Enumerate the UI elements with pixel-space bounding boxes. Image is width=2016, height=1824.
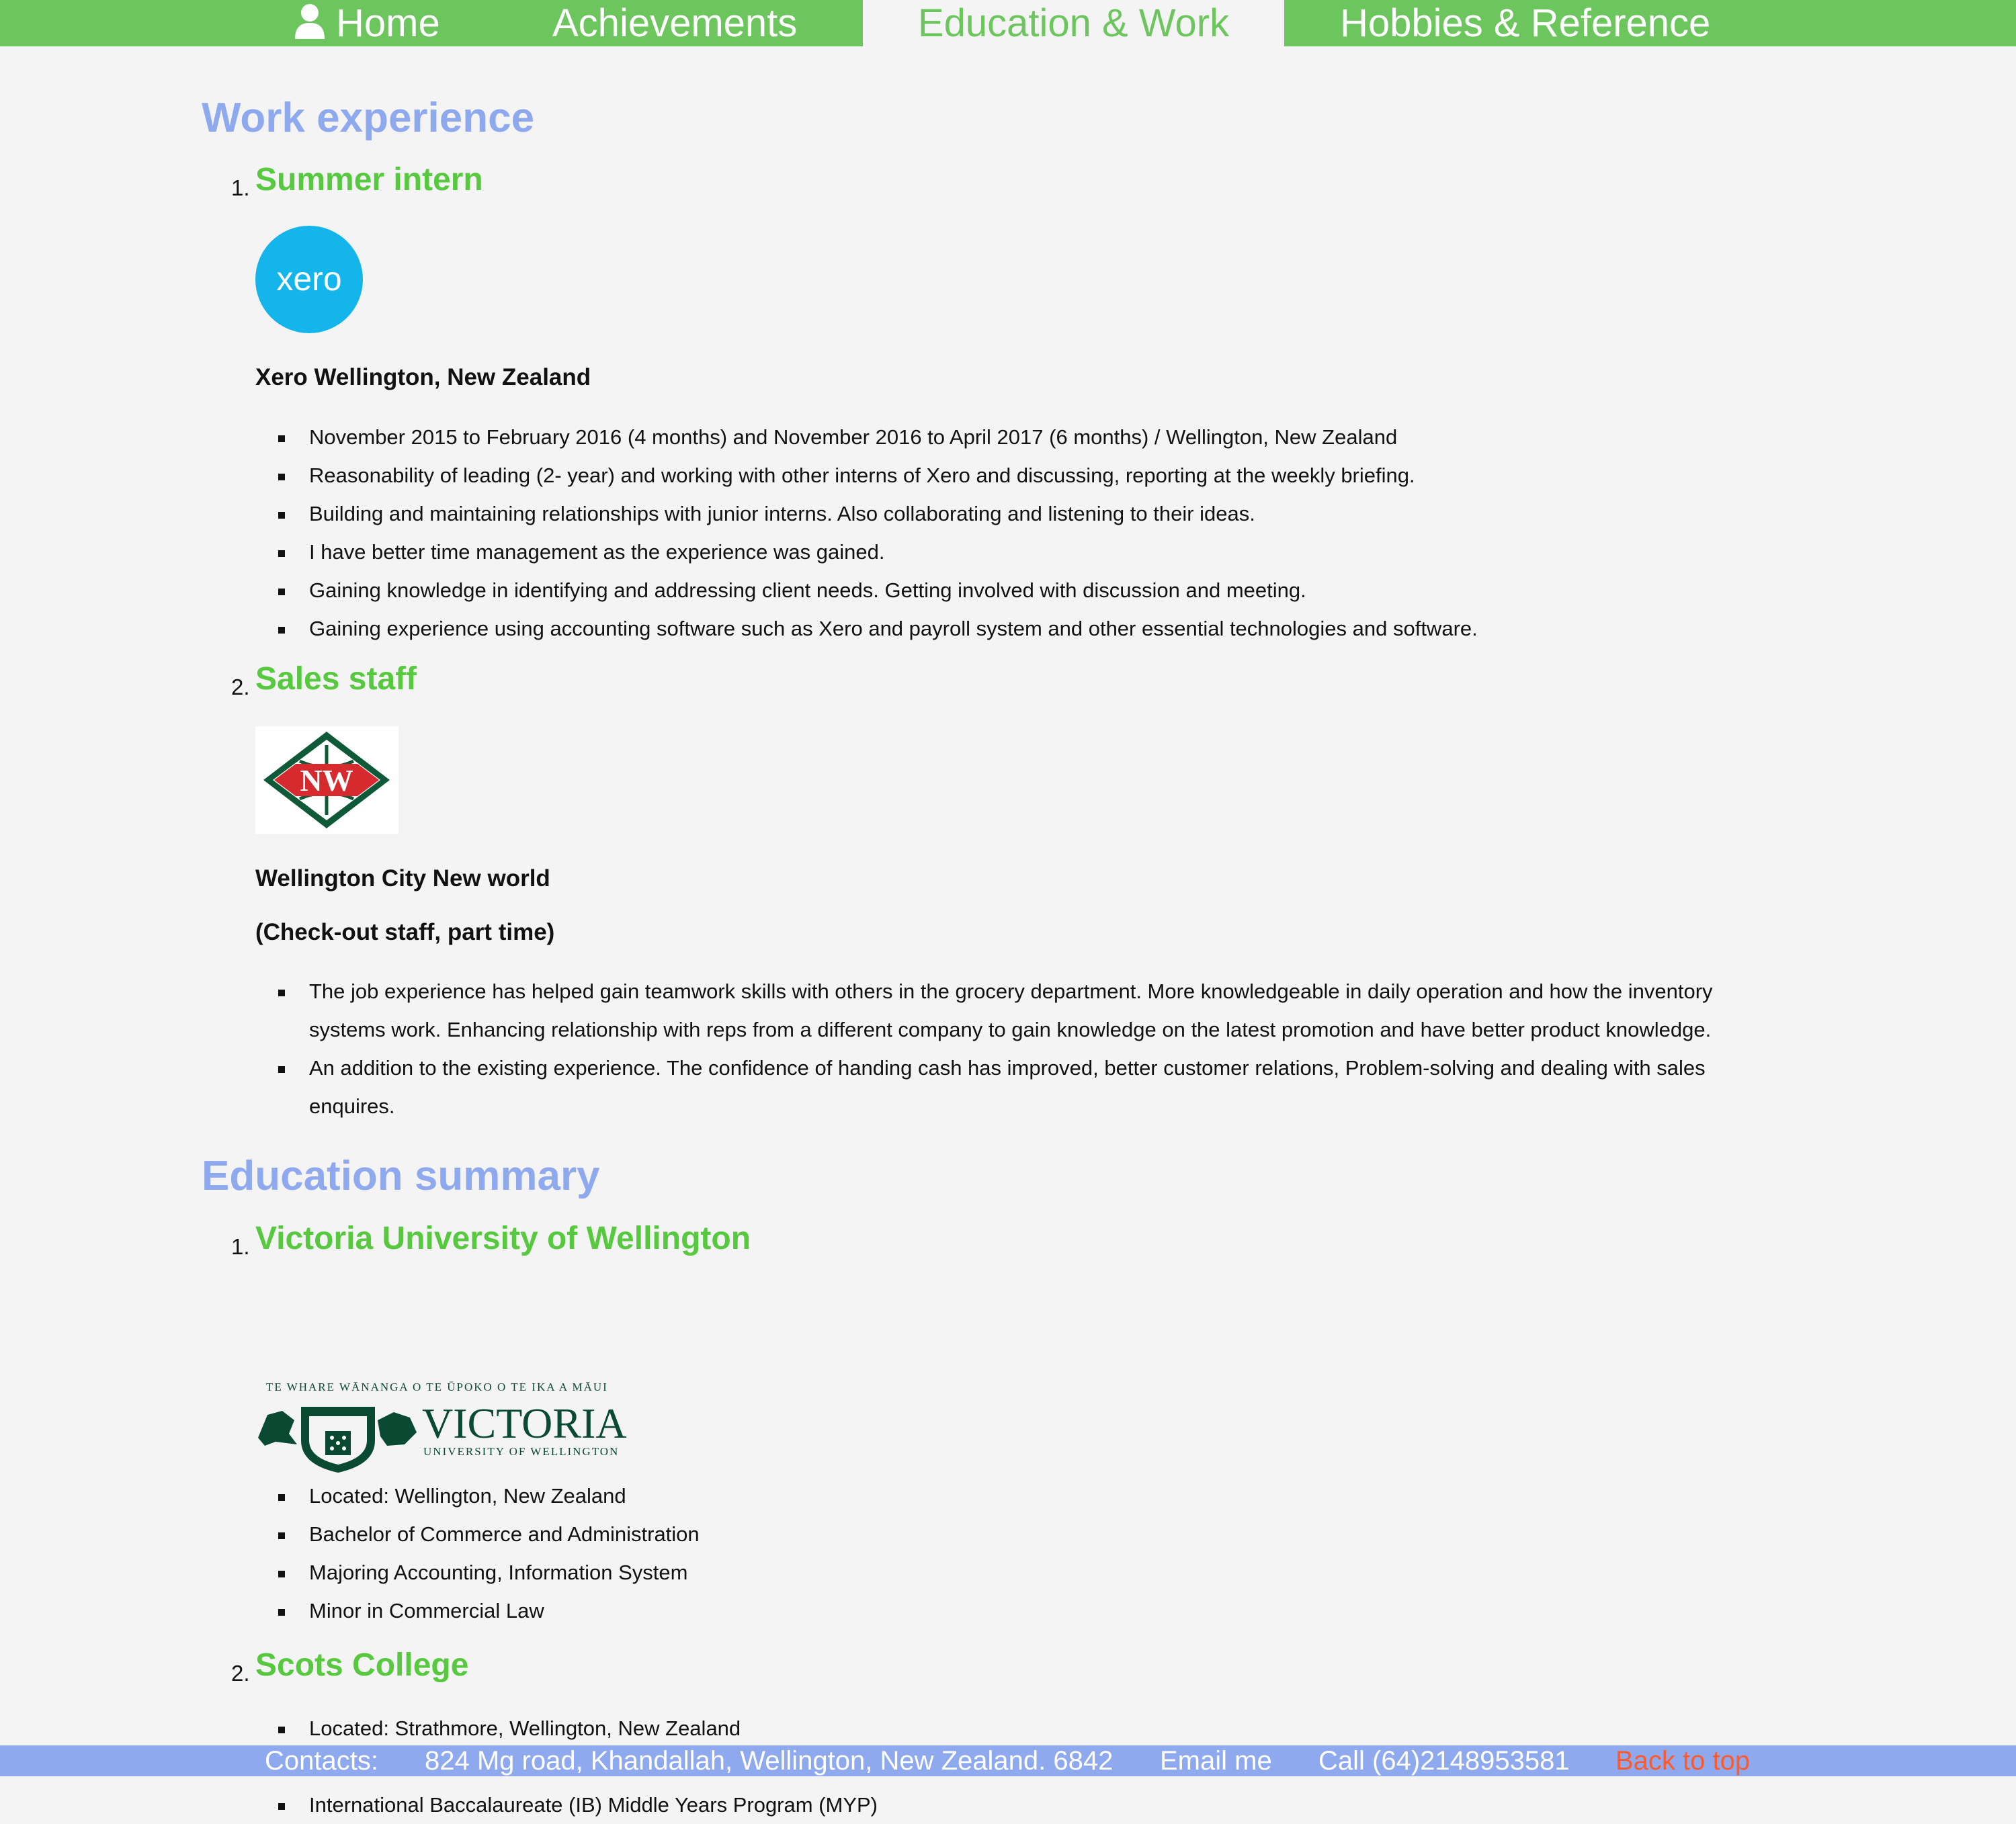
list-item: Located: Strathmore, Wellington, New Zea… [255, 1709, 1788, 1747]
list-number: 1. [231, 175, 250, 200]
xero-logo-text: xero [276, 260, 341, 298]
new-world-logo-text: NW [300, 763, 353, 797]
list-item: Bachelor of Commerce and Administration [255, 1515, 1788, 1553]
list-item: I have better time management as the exp… [255, 533, 1788, 571]
nav-achievements-link[interactable]: Achievements [552, 0, 797, 46]
vuw-logo-motto: TE WHARE WĀNANGA O TE ŪPOKO O TE IKA A M… [266, 1381, 608, 1393]
new-world-logo: NW [255, 726, 398, 834]
list-item: Located: Wellington, New Zealand [255, 1477, 1788, 1515]
list-item: November 2015 to February 2016 (4 months… [255, 418, 1788, 456]
school-title-victoria: Victoria University of Wellington [255, 1221, 751, 1256]
footer-contacts-label: Contacts: [265, 1746, 378, 1776]
victoria-bullet-list: Located: Wellington, New Zealand Bachelo… [255, 1477, 1788, 1630]
company-new-world: Wellington City New world [255, 865, 550, 892]
school-title-scots: Scots College [255, 1647, 469, 1683]
footer-call-link[interactable]: Call (64)2148953581 [1318, 1745, 1570, 1776]
new-world-bullet-list: The job experience has helped gain teamw… [255, 972, 1788, 1125]
list-item: Gaining experience using accounting soft… [255, 609, 1788, 648]
education-summary-title: Education summary [202, 1153, 600, 1199]
victoria-university-logo: TE WHARE WĀNANGA O TE ŪPOKO O TE IKA A M… [258, 1381, 627, 1473]
job-title-summer-intern: Summer intern [255, 162, 483, 198]
person-icon [295, 4, 325, 39]
list-item: International Baccalaureate (IB) Middle … [255, 1786, 1788, 1824]
list-item: The job experience has helped gain teamw… [255, 972, 1788, 1049]
footer-email-link[interactable]: Email me [1160, 1745, 1272, 1776]
footer-address: 824 Mg road, Khandallah, Wellington, New… [425, 1746, 1114, 1776]
footer: Contacts: 824 Mg road, Khandallah, Welli… [0, 1745, 2016, 1776]
nav-hobbies-reference-link[interactable]: Hobbies & Reference [1340, 0, 1710, 46]
vuw-logo-name: VICTORIA [422, 1399, 627, 1447]
list-number: 2. [231, 1661, 250, 1686]
company-xero: Xero Wellington, New Zealand [255, 364, 591, 390]
list-item: An addition to the existing experience. … [255, 1049, 1788, 1125]
list-number: 2. [231, 675, 250, 699]
nav-education-work-link[interactable]: Education & Work [863, 0, 1284, 46]
nav-home-link[interactable]: Home [293, 0, 440, 46]
list-item: Gaining knowledge in identifying and add… [255, 571, 1788, 609]
work-experience-title: Work experience [202, 95, 535, 141]
back-to-top-link[interactable]: Back to top [1615, 1745, 1750, 1776]
role-checkout-staff: (Check-out staff, part time) [255, 919, 555, 945]
xero-bullet-list: November 2015 to February 2016 (4 months… [255, 418, 1788, 648]
list-item: Reasonability of leading (2- year) and w… [255, 456, 1788, 494]
job-title-sales-staff: Sales staff [255, 661, 417, 697]
list-number: 1. [231, 1234, 250, 1259]
list-item: Majoring Accounting, Information System [255, 1553, 1788, 1592]
list-item: Minor in Commercial Law [255, 1592, 1788, 1630]
nav-home-label: Home [336, 1, 440, 45]
top-nav: Home Achievements Education & Work Hobbi… [0, 0, 2016, 46]
xero-logo: xero [255, 226, 363, 333]
list-item: Building and maintaining relationships w… [255, 494, 1788, 533]
vuw-logo-sub: UNIVERSITY OF WELLINGTON [423, 1445, 619, 1458]
